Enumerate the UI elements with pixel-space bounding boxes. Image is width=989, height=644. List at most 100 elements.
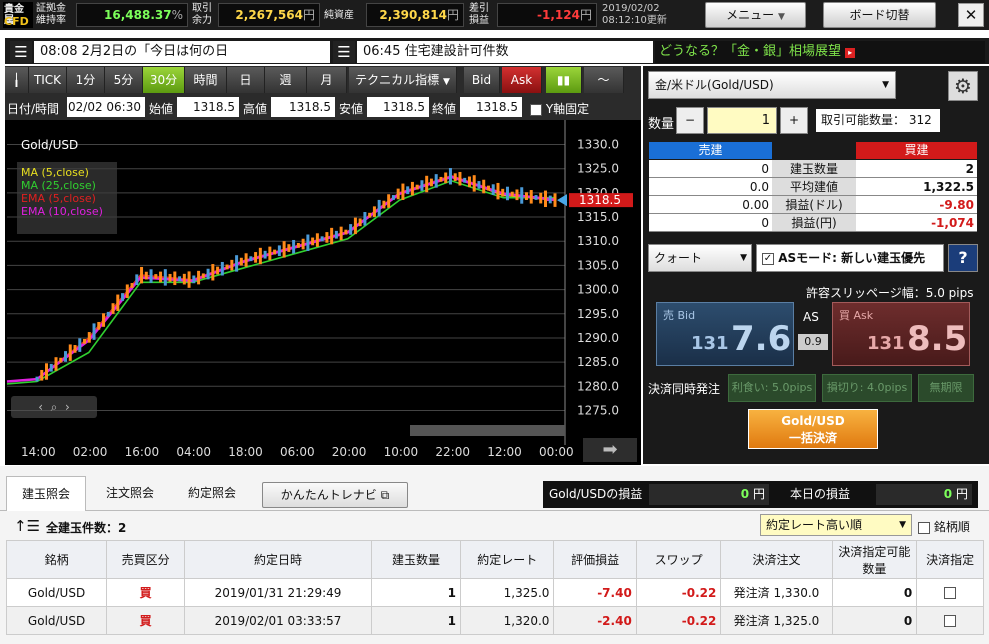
candle xyxy=(92,323,96,340)
cell-symbol: Gold/USD xyxy=(5,578,108,607)
take-profit-button[interactable]: 利食い: 5.0pips xyxy=(728,374,816,402)
order-type-select[interactable]: クォート ▼ xyxy=(648,244,752,272)
candle xyxy=(486,185,490,191)
today-pl-unit: 円 xyxy=(955,487,968,501)
line-chart-icon[interactable]: 〜 xyxy=(584,67,624,93)
candle xyxy=(59,357,63,363)
column-header: 建玉数量 xyxy=(370,540,461,579)
symbol-select[interactable]: 金/米ドル(Gold/USD) ▼ xyxy=(648,71,896,99)
unlimited-button[interactable]: 無期限 xyxy=(918,374,974,402)
summary-label: 損益(円) xyxy=(772,214,856,231)
candle xyxy=(311,237,315,246)
qty-minus-button[interactable]: − xyxy=(676,107,704,134)
as-mode-checkbox[interactable]: ✓ xyxy=(762,252,774,265)
candle xyxy=(353,217,357,235)
summary-row: 0.0 平均建値 1,322.5 xyxy=(649,178,977,196)
sell-bid-button[interactable]: 売 Bid 131 7.6 xyxy=(656,302,794,366)
menu-button[interactable]: メニュー ▼ xyxy=(705,2,806,28)
x-tick-label: 18:00 xyxy=(228,445,263,459)
list-icon-2[interactable]: ☰ xyxy=(333,41,355,63)
board-switch-button[interactable]: ボード切替 xyxy=(823,2,936,28)
candle xyxy=(439,176,443,182)
tab-day[interactable]: 日 xyxy=(227,67,265,93)
settle-checkbox[interactable] xyxy=(944,615,957,627)
technical-dropdown[interactable]: テクニカル指標 ▼ xyxy=(349,67,457,93)
legend-ma25: MA (25,close) xyxy=(21,179,96,192)
table-row[interactable]: Gold/USD 買 2019/01/31 21:29:49 1 1,325.0 -7.4… xyxy=(5,578,984,607)
qty-plus-button[interactable]: + xyxy=(780,107,808,134)
chart-area[interactable]: 1330.0 1325.0 1320.0 1315.0 1310.0 1305.0 1300… xyxy=(5,120,641,465)
tradable-box: 取引可能数量： 312 xyxy=(816,109,940,132)
yfix-box[interactable] xyxy=(530,103,542,116)
column-header: 銘柄 xyxy=(5,540,108,579)
tab-30min[interactable]: 30分 xyxy=(143,67,185,93)
cell-swap: -0.22 xyxy=(635,606,722,635)
scroll-latest-icon[interactable]: ➡ xyxy=(583,438,637,462)
news-item-2[interactable]: 06:45 住宅建設計可件数 xyxy=(357,41,653,63)
yfix-checkbox[interactable]: Y軸固定 xyxy=(530,100,589,117)
settle-checkbox[interactable] xyxy=(944,587,957,599)
sell-header: 売建 xyxy=(649,142,772,159)
help-icon[interactable]: ? xyxy=(948,244,978,272)
ohlc-bar: 日付/時間 02/02 06:30 始値 1318.5 高値 1318.5 安値… xyxy=(5,94,641,120)
tab-executions[interactable]: 約定照会 xyxy=(172,476,252,510)
list-icon[interactable]: ☰ xyxy=(10,41,32,63)
candle xyxy=(453,173,457,182)
tab-positions[interactable]: 建玉照会 xyxy=(6,476,86,511)
yfix-label: Y軸固定 xyxy=(545,102,590,116)
slippage-text: 許容スリッページ幅：5.0 pips xyxy=(806,286,974,300)
x-tick-label: 02:00 xyxy=(73,445,108,459)
bid-button[interactable]: Bid xyxy=(464,67,500,93)
symbol-pl-box: Gold/USDの損益 0 円 xyxy=(543,481,775,508)
close-icon[interactable]: ✕ xyxy=(958,3,984,27)
navi-button[interactable]: かんたんトレナビ ⧉ xyxy=(262,482,408,508)
tab-week[interactable]: 週 xyxy=(265,67,307,93)
candle xyxy=(277,245,281,257)
y-tick-label: 1295.0 xyxy=(577,307,619,321)
sort-select[interactable]: 約定レート高い順 ▼ xyxy=(760,514,912,536)
brand-sort-toggle[interactable]: 銘柄順 xyxy=(918,518,970,535)
gear-icon[interactable]: ⚙ xyxy=(948,71,978,101)
cell-side: 買 xyxy=(106,578,186,607)
qty-input[interactable]: 1 xyxy=(707,107,777,134)
cell-datetime: 2019/02/01 03:33:57 xyxy=(184,606,372,635)
buy-ask-button[interactable]: 買 Ask 131 8.5 xyxy=(832,302,970,366)
tab-orders[interactable]: 注文照会 xyxy=(90,476,170,510)
tab-tick[interactable]: TICK xyxy=(29,67,67,93)
cell-datetime: 2019/01/31 21:29:49 xyxy=(184,578,372,607)
brand-sort-checkbox[interactable] xyxy=(918,521,930,534)
low-label: 安値 xyxy=(339,102,364,116)
sort-icon[interactable]: ↑☰ xyxy=(14,517,40,535)
ask-button[interactable]: Ask xyxy=(502,67,542,93)
tab-5min[interactable]: 5分 xyxy=(105,67,143,93)
tab-month[interactable]: 月 xyxy=(307,67,347,93)
candle xyxy=(496,182,500,200)
column-header: 約定日時 xyxy=(184,540,372,579)
table-header: 銘柄 売買区分 約定日時 建玉数量 約定レート 評価損益 スワップ 決済注文 決済指定可能数量決… xyxy=(5,540,984,579)
today-pl-value: 0 xyxy=(943,487,953,501)
as-mode-toggle[interactable]: ✓ ASモード: 新しい建玉優先 xyxy=(756,244,944,272)
candle-icon[interactable]: ╽ xyxy=(5,67,29,93)
candle xyxy=(173,271,177,286)
candle-chart-icon[interactable]: ▮▮ xyxy=(546,67,582,93)
promo-link[interactable]: どうなる？「金・銀」相場展望 ▸ xyxy=(655,41,985,63)
symbol-pl-label: Gold/USDの損益 xyxy=(549,487,643,501)
current-price-label: 1318.5 xyxy=(579,193,621,207)
x-tick-label: 06:00 xyxy=(280,445,315,459)
candle xyxy=(125,284,129,299)
stop-loss-button[interactable]: 損切り: 4.0pips xyxy=(822,374,912,402)
candle xyxy=(505,186,509,201)
table-row[interactable]: Gold/USD 買 2019/02/01 03:33:57 1 1,320.0 -2.4… xyxy=(5,606,984,635)
tab-hour[interactable]: 時間 xyxy=(185,67,227,93)
candle xyxy=(377,199,381,217)
candle xyxy=(515,189,519,201)
candle xyxy=(102,313,106,327)
column-header: 決済指定可能数量 xyxy=(831,540,918,579)
bulk-settle-button[interactable]: Gold/USD 一括決済 xyxy=(748,409,878,449)
as-label: AS xyxy=(803,310,819,324)
chart-scrollbar[interactable] xyxy=(410,425,565,436)
zoom-controls[interactable]: ‹ ⌕ › xyxy=(11,396,97,418)
news-item-1[interactable]: 08:08 2月2日の「今日は何の日 xyxy=(34,41,330,63)
tab-1min[interactable]: 1分 xyxy=(67,67,105,93)
settle-label: 決済同時発注 xyxy=(648,382,721,396)
